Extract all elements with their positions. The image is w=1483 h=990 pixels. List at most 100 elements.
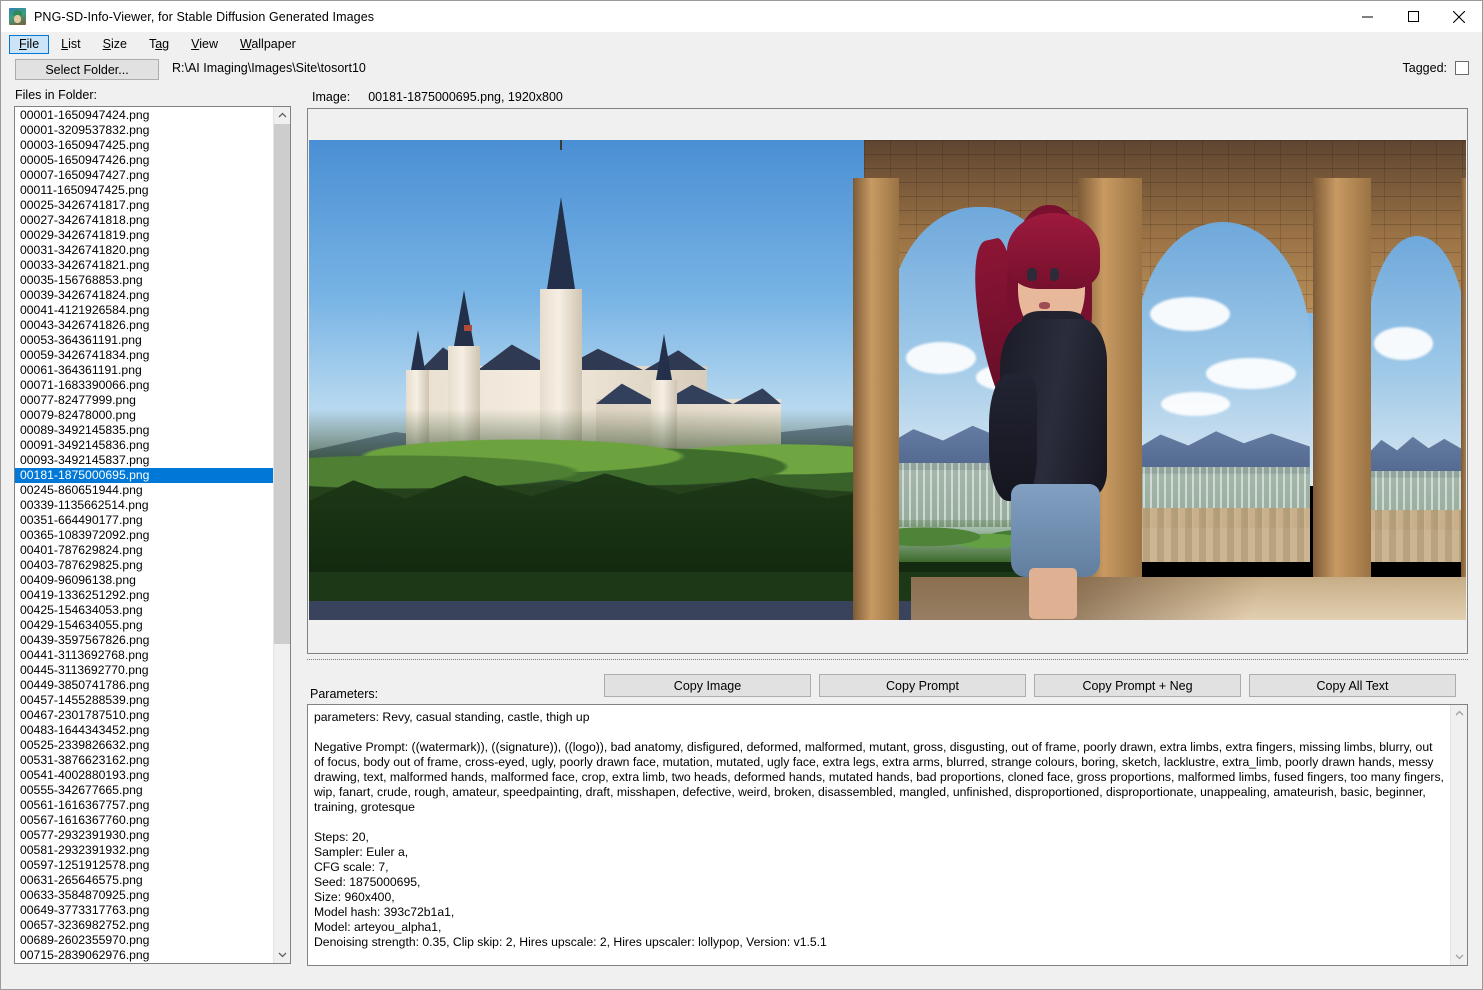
- image-preview-panel[interactable]: [307, 108, 1468, 654]
- select-folder-button[interactable]: Select Folder...: [15, 59, 159, 80]
- tagged-label: Tagged:: [1402, 61, 1447, 75]
- maximize-button[interactable]: [1390, 1, 1436, 32]
- file-list-item[interactable]: 00029-3426741819.png: [15, 228, 273, 243]
- file-list-item[interactable]: 00039-3426741824.png: [15, 288, 273, 303]
- file-list-item[interactable]: 00071-1683390066.png: [15, 378, 273, 393]
- file-list-item[interactable]: 00001-3209537832.png: [15, 123, 273, 138]
- menu-item-file[interactable]: File: [9, 34, 50, 54]
- file-list-item[interactable]: 00041-4121926584.png: [15, 303, 273, 318]
- file-list-item[interactable]: 00633-3584870925.png: [15, 888, 273, 903]
- character-arm: [988, 373, 1037, 501]
- menu-label-file-rest: ile: [26, 36, 40, 51]
- image-label: Image:: [312, 90, 351, 104]
- minimize-button[interactable]: [1344, 1, 1390, 32]
- parameters-textbox[interactable]: parameters: Revy, casual standing, castl…: [307, 704, 1468, 966]
- file-list-item[interactable]: 00181-1875000695.png: [15, 468, 273, 483]
- file-list-item[interactable]: 00077-82477999.png: [15, 393, 273, 408]
- file-list-item[interactable]: 00689-2602355970.png: [15, 933, 273, 948]
- file-list-item[interactable]: 00441-3113692768.png: [15, 648, 273, 663]
- scroll-down-icon[interactable]: [274, 946, 290, 963]
- file-list-item[interactable]: 00419-1336251292.png: [15, 588, 273, 603]
- file-list-item[interactable]: 00657-3236982752.png: [15, 918, 273, 933]
- file-list-item[interactable]: 00035-156768853.png: [15, 273, 273, 288]
- file-list-item[interactable]: 00401-787629824.png: [15, 543, 273, 558]
- file-list-item[interactable]: 00483-1644343452.png: [15, 723, 273, 738]
- menu-item-list[interactable]: List: [51, 35, 90, 54]
- file-list-item[interactable]: 00715-2839062976.png: [15, 948, 273, 963]
- menu-item-wallpaper[interactable]: Wallpaper: [230, 35, 306, 54]
- files-in-folder-label: Files in Folder:: [15, 88, 97, 102]
- close-button[interactable]: [1436, 1, 1482, 32]
- menu-bar: File List Size Tag View Wallpaper: [1, 32, 1482, 56]
- column-edge: [1461, 178, 1466, 620]
- file-list-item[interactable]: 00429-154634055.png: [15, 618, 273, 633]
- character-legs: [1029, 568, 1078, 619]
- file-list-item[interactable]: 00093-3492145837.png: [15, 453, 273, 468]
- arch-opening-right: [1136, 221, 1310, 563]
- menu-item-tag[interactable]: Tag: [139, 35, 179, 54]
- file-list-item[interactable]: 00025-3426741817.png: [15, 198, 273, 213]
- file-list-item[interactable]: 00089-3492145835.png: [15, 423, 273, 438]
- file-list-item[interactable]: 00365-1083972092.png: [15, 528, 273, 543]
- parameters-scrollbar[interactable]: [1450, 705, 1467, 965]
- file-list-scrollbar[interactable]: [273, 107, 290, 963]
- file-list-item[interactable]: 00001-1650947424.png: [15, 108, 273, 123]
- file-list-item[interactable]: 00631-265646575.png: [15, 873, 273, 888]
- file-list-item[interactable]: 00541-4002880193.png: [15, 768, 273, 783]
- copy-image-button[interactable]: Copy Image: [604, 674, 811, 697]
- file-list-item[interactable]: 00245-860651944.png: [15, 483, 273, 498]
- file-list-item[interactable]: 00439-3597567826.png: [15, 633, 273, 648]
- file-list-item[interactable]: 00003-1650947425.png: [15, 138, 273, 153]
- file-list-item[interactable]: 00467-2301787510.png: [15, 708, 273, 723]
- file-list-item[interactable]: 00555-342677665.png: [15, 783, 273, 798]
- app-icon: [9, 8, 26, 25]
- params-scroll-down-icon[interactable]: [1451, 948, 1467, 965]
- file-list-item[interactable]: 00061-364361191.png: [15, 363, 273, 378]
- scroll-up-icon[interactable]: [274, 107, 290, 124]
- file-list-item[interactable]: 00457-1455288539.png: [15, 693, 273, 708]
- column-right: [1313, 178, 1372, 620]
- file-list-item[interactable]: 00011-1650947425.png: [15, 183, 273, 198]
- file-list-item[interactable]: 00339-1135662514.png: [15, 498, 273, 513]
- balustrade-edge: [1367, 510, 1466, 563]
- file-list-item[interactable]: 00409-96096138.png: [15, 573, 273, 588]
- file-list-item[interactable]: 00027-3426741818.png: [15, 213, 273, 228]
- file-list-item[interactable]: 00091-3492145836.png: [15, 438, 273, 453]
- file-list-item[interactable]: 00425-154634053.png: [15, 603, 273, 618]
- file-list-item[interactable]: 00079-82478000.png: [15, 408, 273, 423]
- tagged-checkbox[interactable]: [1455, 61, 1469, 75]
- copy-all-text-button[interactable]: Copy All Text: [1249, 674, 1456, 697]
- file-list-item[interactable]: 00059-3426741834.png: [15, 348, 273, 363]
- file-list-item[interactable]: 00033-3426741821.png: [15, 258, 273, 273]
- character-mouth: [1038, 302, 1050, 309]
- menu-item-size[interactable]: Size: [93, 35, 137, 54]
- menu-item-view[interactable]: View: [181, 35, 228, 54]
- file-list-item[interactable]: 00351-664490177.png: [15, 513, 273, 528]
- file-list-item[interactable]: 00577-2932391930.png: [15, 828, 273, 843]
- file-list-item[interactable]: 00649-3773317763.png: [15, 903, 273, 918]
- file-list-item[interactable]: 00581-2932391932.png: [15, 843, 273, 858]
- file-list-item[interactable]: 00597-1251912578.png: [15, 858, 273, 873]
- toolbar: Select Folder... R:\AI Imaging\Images\Si…: [1, 56, 1482, 84]
- copy-prompt-neg-button[interactable]: Copy Prompt + Neg: [1034, 674, 1241, 697]
- file-list-item[interactable]: 00403-787629825.png: [15, 558, 273, 573]
- file-list-item[interactable]: 00031-3426741820.png: [15, 243, 273, 258]
- folder-path-label: R:\AI Imaging\Images\Site\tosort10: [172, 61, 366, 75]
- file-list-item[interactable]: 00567-1616367760.png: [15, 813, 273, 828]
- file-list[interactable]: 00001-1650947424.png 00001-3209537832.png…: [14, 106, 291, 964]
- character-figure: [962, 188, 1148, 619]
- file-list-item[interactable]: 00449-3850741786.png: [15, 678, 273, 693]
- file-list-item[interactable]: 00007-1650947427.png: [15, 168, 273, 183]
- params-scroll-up-icon[interactable]: [1451, 705, 1467, 722]
- file-list-item[interactable]: 00005-1650947426.png: [15, 153, 273, 168]
- parameters-label: Parameters:: [310, 687, 379, 701]
- file-list-item[interactable]: 00531-3876623162.png: [15, 753, 273, 768]
- copy-prompt-button[interactable]: Copy Prompt: [819, 674, 1026, 697]
- focus-separator: [307, 659, 1468, 660]
- file-list-item[interactable]: 00525-2339826632.png: [15, 738, 273, 753]
- file-list-item[interactable]: 00053-364361191.png: [15, 333, 273, 348]
- file-list-item[interactable]: 00043-3426741826.png: [15, 318, 273, 333]
- file-list-item[interactable]: 00445-3113692770.png: [15, 663, 273, 678]
- file-list-item[interactable]: 00561-1616367757.png: [15, 798, 273, 813]
- file-list-scroll-thumb[interactable]: [274, 124, 290, 644]
